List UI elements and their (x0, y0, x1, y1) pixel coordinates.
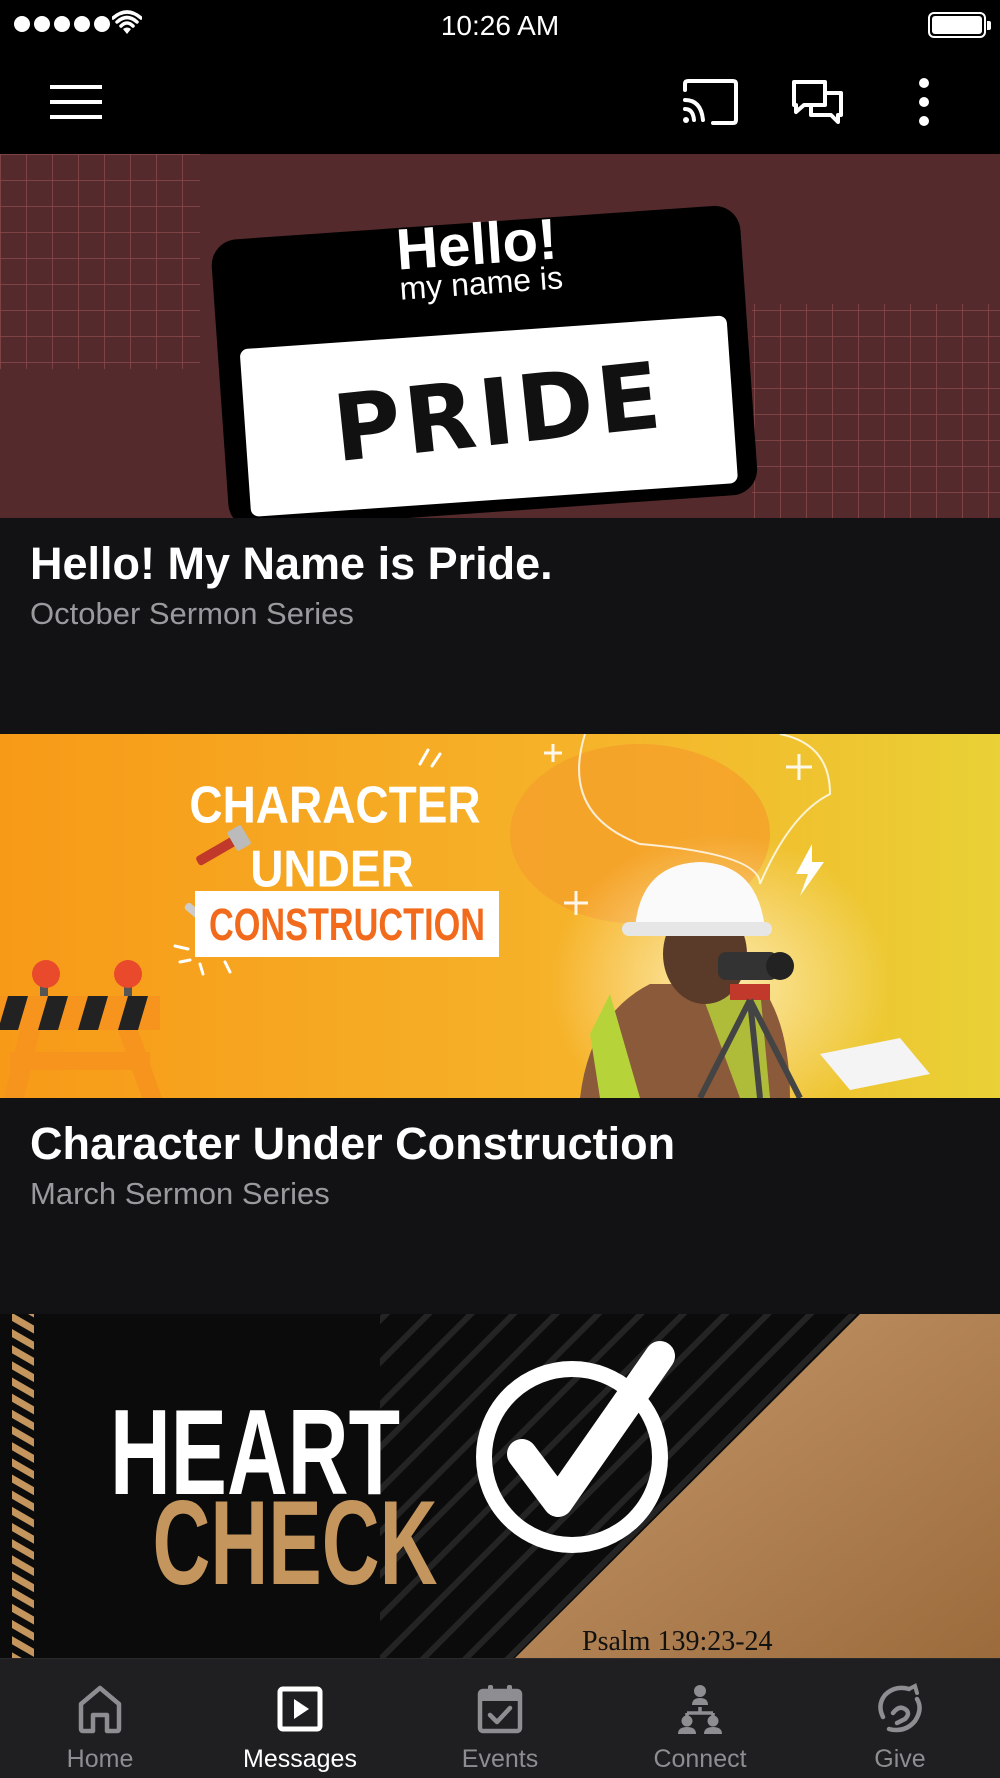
more-vertical-icon (919, 78, 929, 126)
series-banner-image: CHECK HEART Psalm 139:23-24 (0, 1314, 1000, 1658)
sermon-card[interactable]: CHECK HEART Psalm 139:23-24 (0, 1314, 1000, 1658)
tab-events-label: Events (461, 1745, 539, 1773)
chat-bubbles-icon (792, 80, 843, 124)
people-connect-icon (670, 1679, 730, 1739)
tab-events[interactable]: Events (400, 1659, 600, 1778)
hamburger-menu-icon (50, 85, 102, 119)
banner-heart-text: HEART (110, 1384, 400, 1520)
series-subtitle: October Sermon Series (30, 596, 354, 631)
hamburger-menu-button[interactable] (46, 72, 106, 132)
bottom-tab-bar: Home Messages Events Connect Give (0, 1658, 1000, 1778)
series-banner-image: Hello! my name is PRIDE (0, 154, 1000, 518)
tab-home[interactable]: Home (0, 1659, 200, 1778)
series-title: Character Under Construction (30, 1118, 676, 1169)
give-hand-icon (870, 1679, 930, 1739)
home-icon (70, 1679, 130, 1739)
chat-button[interactable] (788, 72, 848, 132)
more-options-button[interactable] (894, 72, 954, 132)
status-time: 10:26 AM (440, 10, 560, 41)
tab-connect-label: Connect (653, 1745, 747, 1773)
play-square-icon (270, 1679, 330, 1739)
tab-give-label: Give (874, 1745, 926, 1773)
calendar-check-icon (470, 1679, 530, 1739)
banner-character-text: CHARACTER (189, 777, 480, 834)
status-bar: 10:26 AM (0, 0, 1000, 50)
series-title: Hello! My Name is Pride. (30, 538, 553, 589)
battery-icon (928, 12, 991, 38)
series-subtitle: March Sermon Series (30, 1176, 330, 1211)
sermon-card[interactable]: Hello! my name is PRIDE Hello! My Name i… (0, 154, 1000, 734)
tab-messages[interactable]: Messages (200, 1659, 400, 1778)
tab-home-label: Home (66, 1745, 134, 1773)
cast-button[interactable] (680, 72, 740, 132)
tab-messages-label: Messages (243, 1745, 357, 1773)
tab-give[interactable]: Give (800, 1659, 1000, 1778)
banner-under-text: UNDER (250, 841, 414, 898)
sermon-series-feed: Hello! my name is PRIDE Hello! My Name i… (0, 154, 1000, 1658)
series-banner-image: CHARACTER UNDER CONSTRUCTION (0, 734, 1000, 1098)
cast-icon (683, 79, 738, 125)
banner-construction-text: CONSTRUCTION (209, 899, 485, 950)
sermon-card[interactable]: CHARACTER UNDER CONSTRUCTION Character U… (0, 734, 1000, 1314)
top-app-bar (0, 50, 1000, 154)
banner-verse-text: Psalm 139:23-24 (582, 1626, 773, 1657)
tab-connect[interactable]: Connect (600, 1659, 800, 1778)
